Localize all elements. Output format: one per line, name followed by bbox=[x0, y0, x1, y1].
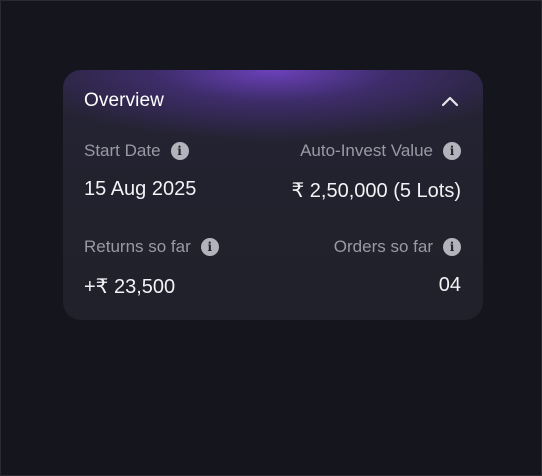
returns-so-far-label: Returns so far bbox=[84, 237, 191, 256]
overview-row-1: Start Date i 15 Aug 2025 Auto-Invest Val… bbox=[84, 141, 461, 203]
start-date-value: 15 Aug 2025 bbox=[84, 178, 197, 200]
orders-so-far-label: Orders so far bbox=[333, 237, 433, 256]
orders-so-far-field: Orders so far i 04 bbox=[334, 237, 461, 299]
start-date-info-icon[interactable]: i bbox=[170, 142, 189, 160]
returns-so-far-field: Returns so far i +₹ 23,500 bbox=[84, 237, 219, 299]
overview-card: Overview Start Date i 15 Aug 2025 Auto-I… bbox=[63, 70, 483, 320]
collapse-button[interactable] bbox=[439, 90, 461, 112]
returns-so-far-value: +₹ 23,500 bbox=[84, 276, 176, 298]
overview-row-2: Returns so far i +₹ 23,500 Orders so far… bbox=[84, 237, 461, 299]
auto-invest-value-label: Auto-Invest Value bbox=[300, 141, 433, 160]
returns-so-far-info-icon[interactable]: i bbox=[200, 238, 219, 256]
auto-invest-value-value: ₹ 2,50,000 (5 Lots) bbox=[291, 180, 462, 202]
auto-invest-value-info-icon[interactable]: i bbox=[443, 142, 461, 160]
chevron-up-icon bbox=[441, 96, 459, 107]
start-date-label: Start Date bbox=[84, 141, 161, 160]
auto-invest-value-field: Auto-Invest Value i ₹ 2,50,000 (5 Lots) bbox=[291, 141, 462, 203]
start-date-field: Start Date i 15 Aug 2025 bbox=[84, 141, 196, 203]
screen-frame: Overview Start Date i 15 Aug 2025 Auto-I… bbox=[0, 0, 542, 476]
card-title: Overview bbox=[84, 90, 164, 111]
orders-so-far-info-icon[interactable]: i bbox=[443, 238, 461, 256]
overview-card-header[interactable]: Overview bbox=[84, 88, 461, 114]
orders-so-far-value: 04 bbox=[438, 274, 461, 296]
